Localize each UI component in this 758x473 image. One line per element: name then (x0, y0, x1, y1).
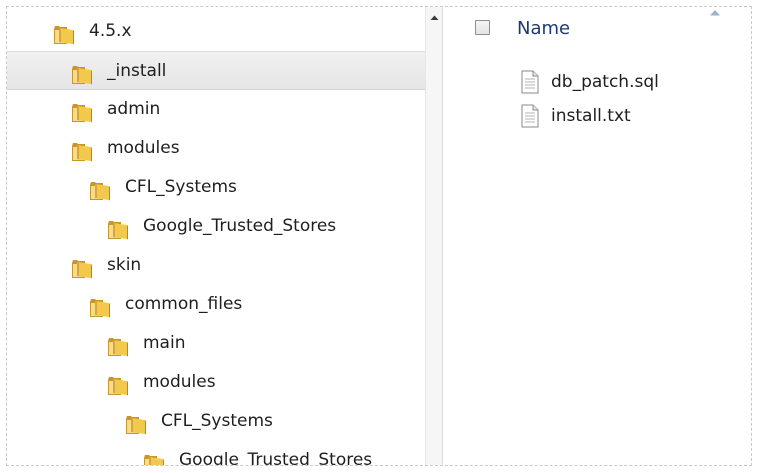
folder-icon (107, 333, 129, 357)
tree-item[interactable]: CFL_Systems (7, 402, 425, 441)
file-name: db_patch.sql (551, 72, 659, 92)
tree-item[interactable]: 4.5.x (7, 12, 425, 51)
folder-icon (125, 411, 147, 435)
tree-item-label: Google_Trusted_Stores (179, 450, 373, 465)
tree-item-label: CFL_Systems (125, 177, 237, 197)
tree-item-label: 4.5.x (89, 21, 132, 41)
tree-item[interactable]: main (7, 324, 425, 363)
sort-ascending-icon (710, 10, 720, 16)
tree-item[interactable]: Google_Trusted_Stores (7, 441, 425, 465)
tree-item[interactable]: common_files (7, 285, 425, 324)
tree-item-label: main (143, 333, 186, 353)
folder-icon (89, 177, 111, 201)
navigation-pane: 4.5.x _install admin modules CFL_Systems… (7, 7, 425, 465)
scroll-up-arrow-icon[interactable] (426, 7, 443, 29)
tree-item[interactable]: modules (7, 129, 425, 168)
select-all-checkbox[interactable] (475, 20, 490, 35)
tree-item-label: common_files (125, 294, 243, 314)
file-name: install.txt (551, 106, 631, 126)
tree-item-label: modules (107, 138, 180, 158)
tree-item[interactable]: CFL_Systems (7, 168, 425, 207)
tree-item-label: modules (143, 372, 216, 392)
folder-icon (107, 216, 129, 240)
explorer-window: 4.5.x _install admin modules CFL_Systems… (6, 6, 752, 466)
tree-item-label: Google_Trusted_Stores (143, 216, 337, 236)
tree-item[interactable]: admin (7, 90, 425, 129)
folder-icon (53, 21, 75, 45)
tree-item[interactable]: Google_Trusted_Stores (7, 207, 425, 246)
file-list-pane: Name db_patch.sql install.txt (443, 7, 751, 465)
folder-icon (71, 255, 93, 279)
folder-icon (71, 61, 93, 85)
folder-icon (89, 294, 111, 318)
column-header: Name (443, 7, 751, 51)
tree-item-label: _install (107, 61, 167, 81)
text-file-icon (521, 104, 539, 128)
folder-icon (71, 138, 93, 162)
folder-icon (143, 450, 165, 465)
text-file-icon (521, 70, 539, 94)
folder-tree: 4.5.x _install admin modules CFL_Systems… (7, 12, 425, 465)
tree-item-label: CFL_Systems (161, 411, 273, 431)
tree-item[interactable]: _install (7, 51, 425, 90)
folder-icon (71, 99, 93, 123)
tree-item-label: admin (107, 99, 161, 119)
folder-icon (107, 372, 129, 396)
vertical-scrollbar[interactable] (425, 7, 442, 465)
tree-item[interactable]: skin (7, 246, 425, 285)
tree-item-label: skin (107, 255, 142, 275)
column-name-header[interactable]: Name (517, 18, 570, 39)
tree-item[interactable]: modules (7, 363, 425, 402)
